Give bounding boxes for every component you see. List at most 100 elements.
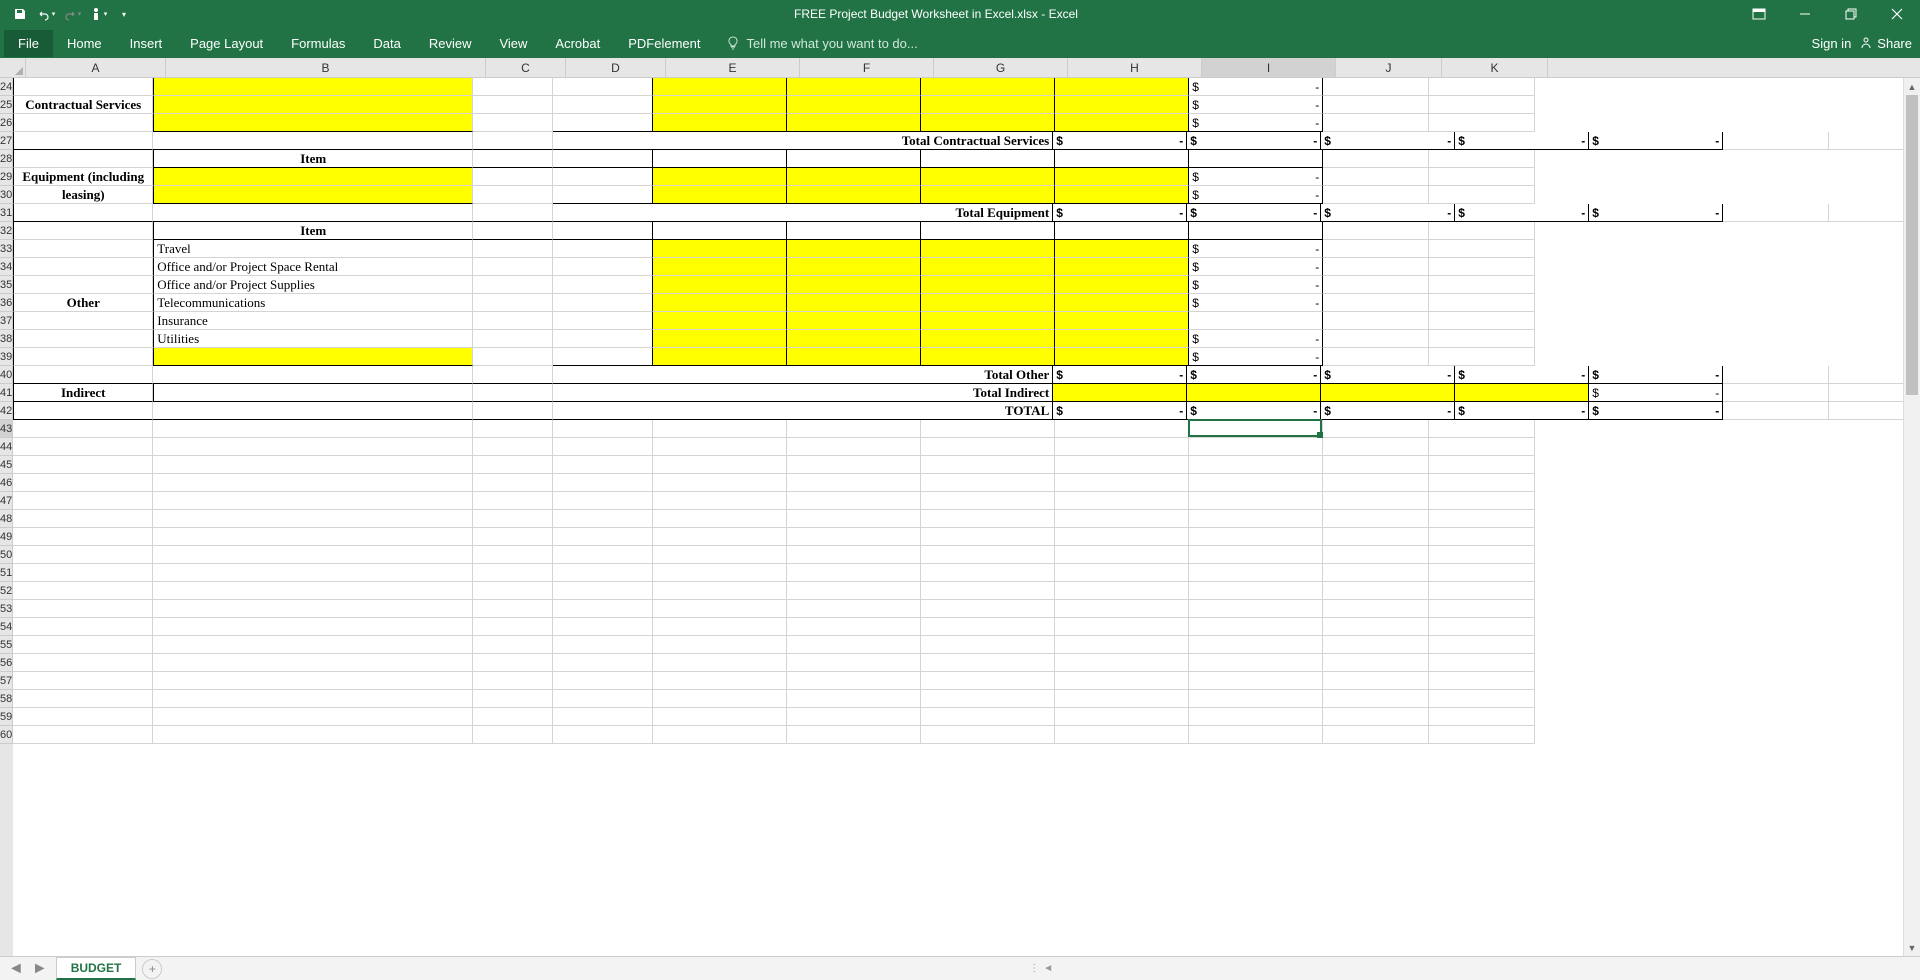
cell-K48[interactable]	[1429, 510, 1535, 528]
scroll-down-icon[interactable]: ▼	[1904, 939, 1920, 956]
cell-E38[interactable]	[653, 330, 787, 348]
cell-K25[interactable]	[1429, 96, 1535, 114]
cell-E58[interactable]	[653, 690, 787, 708]
cell-I33[interactable]: $-	[1189, 240, 1323, 258]
cell-G36[interactable]	[921, 294, 1055, 312]
cell-A54[interactable]	[13, 618, 153, 636]
cell-J53[interactable]	[1323, 600, 1429, 618]
cell-F42[interactable]: $-	[1187, 402, 1321, 420]
cell-H36[interactable]	[1055, 294, 1189, 312]
cell-A48[interactable]	[13, 510, 153, 528]
cell-C26[interactable]	[473, 114, 553, 132]
cell-C49[interactable]	[473, 528, 553, 546]
cell-A24[interactable]	[13, 78, 153, 96]
cell-D35[interactable]	[553, 276, 653, 294]
cell-E25[interactable]	[653, 96, 787, 114]
cell-H33[interactable]	[1055, 240, 1189, 258]
cell-G35[interactable]	[921, 276, 1055, 294]
cell-K44[interactable]	[1429, 438, 1535, 456]
cell-K49[interactable]	[1429, 528, 1535, 546]
cell-K56[interactable]	[1429, 654, 1535, 672]
cell-F37[interactable]	[787, 312, 921, 330]
cell-F55[interactable]	[787, 636, 921, 654]
save-icon[interactable]	[8, 2, 32, 26]
cell-H43[interactable]	[1055, 420, 1189, 438]
row-head-50[interactable]: 50	[0, 546, 13, 564]
cell-D58[interactable]	[553, 690, 653, 708]
cell-A42[interactable]	[13, 402, 153, 420]
cell-J41[interactable]	[1723, 384, 1829, 402]
cell-A36[interactable]: Other	[13, 294, 153, 312]
row-head-30[interactable]: 30	[0, 186, 13, 204]
cell-J44[interactable]	[1323, 438, 1429, 456]
cell-J47[interactable]	[1323, 492, 1429, 510]
qat-customize-icon[interactable]: ▾	[112, 2, 136, 26]
cell-F39[interactable]	[787, 348, 921, 366]
cell-F53[interactable]	[787, 600, 921, 618]
cell-B58[interactable]	[153, 690, 473, 708]
cell-J28[interactable]	[1323, 150, 1429, 168]
cell-I39[interactable]: $-	[1189, 348, 1323, 366]
cell-B29[interactable]	[153, 168, 473, 186]
cell-I60[interactable]	[1189, 726, 1323, 744]
cell-D56[interactable]	[553, 654, 653, 672]
cell-E53[interactable]	[653, 600, 787, 618]
cell-G49[interactable]	[921, 528, 1055, 546]
cell-A33[interactable]	[13, 240, 153, 258]
cell-E51[interactable]	[653, 564, 787, 582]
cell-G38[interactable]	[921, 330, 1055, 348]
select-all-button[interactable]	[0, 58, 26, 77]
cell-E35[interactable]	[653, 276, 787, 294]
cell-I41[interactable]: $-	[1589, 384, 1723, 402]
cell-C34[interactable]	[473, 258, 553, 276]
cell-I28[interactable]	[1189, 150, 1323, 168]
cell-J50[interactable]	[1323, 546, 1429, 564]
cell-K52[interactable]	[1429, 582, 1535, 600]
tab-formulas[interactable]: Formulas	[277, 30, 359, 57]
cell-D42[interactable]: TOTAL	[553, 402, 1053, 420]
cell-H48[interactable]	[1055, 510, 1189, 528]
cell-C60[interactable]	[473, 726, 553, 744]
cell-F45[interactable]	[787, 456, 921, 474]
cell-C50[interactable]	[473, 546, 553, 564]
cell-B39[interactable]	[153, 348, 473, 366]
cell-D28[interactable]	[553, 150, 653, 168]
cell-I32[interactable]	[1189, 222, 1323, 240]
cell-A58[interactable]	[13, 690, 153, 708]
row-head-56[interactable]: 56	[0, 654, 13, 672]
cell-B60[interactable]	[153, 726, 473, 744]
cell-G33[interactable]	[921, 240, 1055, 258]
cell-G29[interactable]	[921, 168, 1055, 186]
row-head-60[interactable]: 60	[0, 726, 13, 744]
cell-I37[interactable]	[1189, 312, 1323, 330]
cell-B48[interactable]	[153, 510, 473, 528]
cell-D27[interactable]: Total Contractual Services	[553, 132, 1053, 150]
row-head-35[interactable]: 35	[0, 276, 13, 294]
cell-I48[interactable]	[1189, 510, 1323, 528]
cell-E27[interactable]: $-	[1053, 132, 1187, 150]
cell-C39[interactable]	[473, 348, 553, 366]
tell-me-search[interactable]: Tell me what you want to do...	[726, 36, 917, 51]
cell-B49[interactable]	[153, 528, 473, 546]
cell-F40[interactable]: $-	[1187, 366, 1321, 384]
cell-I45[interactable]	[1189, 456, 1323, 474]
cell-H35[interactable]	[1055, 276, 1189, 294]
cell-D51[interactable]	[553, 564, 653, 582]
cell-C44[interactable]	[473, 438, 553, 456]
cell-E31[interactable]: $-	[1053, 204, 1187, 222]
cell-F50[interactable]	[787, 546, 921, 564]
cell-I26[interactable]: $-	[1189, 114, 1323, 132]
cell-G47[interactable]	[921, 492, 1055, 510]
cell-K53[interactable]	[1429, 600, 1535, 618]
cell-G60[interactable]	[921, 726, 1055, 744]
cell-F58[interactable]	[787, 690, 921, 708]
cell-B54[interactable]	[153, 618, 473, 636]
cell-C53[interactable]	[473, 600, 553, 618]
cell-H38[interactable]	[1055, 330, 1189, 348]
cell-K26[interactable]	[1429, 114, 1535, 132]
cell-K43[interactable]	[1429, 420, 1535, 438]
cell-I56[interactable]	[1189, 654, 1323, 672]
cell-I31[interactable]: $-	[1589, 204, 1723, 222]
cell-D48[interactable]	[553, 510, 653, 528]
cell-E44[interactable]	[653, 438, 787, 456]
